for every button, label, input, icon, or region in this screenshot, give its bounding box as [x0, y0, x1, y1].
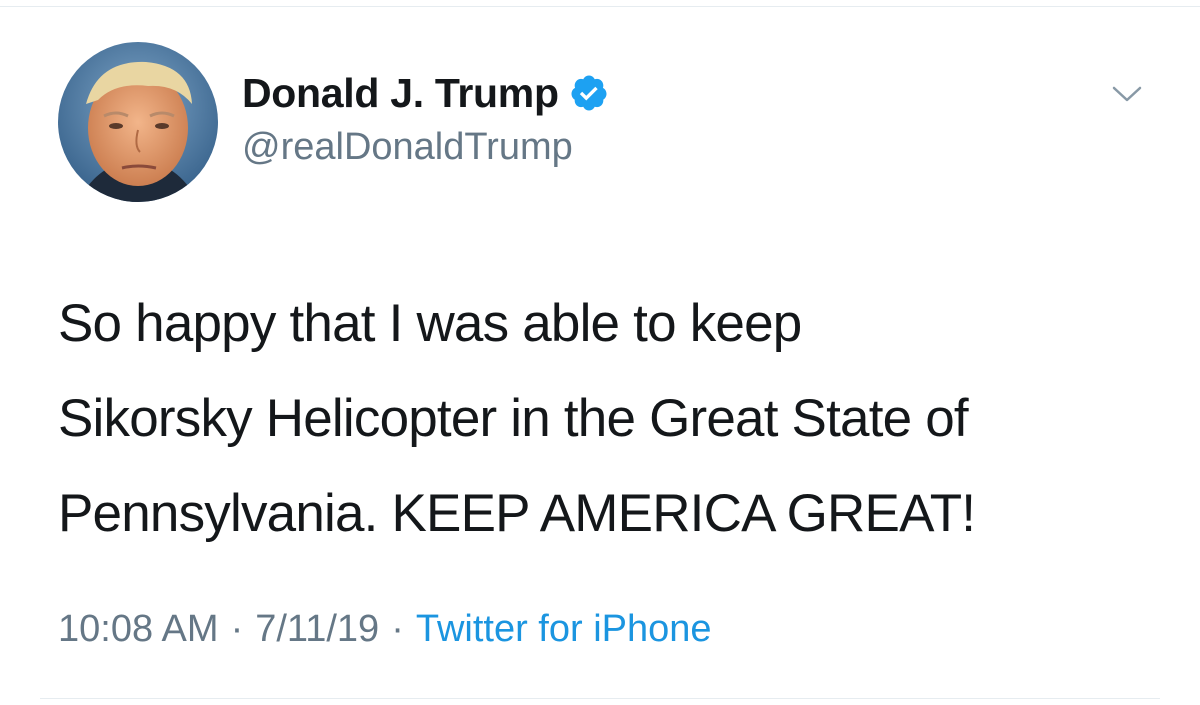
tweet-text: So happy that I was able to keep Sikorsk…	[58, 294, 976, 543]
chevron-down-icon[interactable]	[1110, 82, 1144, 106]
tweet-source-link[interactable]: Twitter for iPhone	[416, 608, 712, 651]
divider-bottom	[40, 698, 1160, 699]
tweet-card: Donald J. Trump @realDonaldTrump So happ…	[0, 0, 1200, 705]
author-row: Donald J. Trump	[242, 68, 609, 118]
meta-separator: ·	[230, 608, 244, 650]
author-display-name[interactable]: Donald J. Trump	[242, 70, 559, 117]
author-handle[interactable]: @realDonaldTrump	[242, 126, 573, 169]
verified-badge-icon	[569, 73, 609, 113]
meta-separator: ·	[391, 608, 404, 650]
avatar-image	[58, 42, 218, 202]
tweet-date[interactable]: 7/11/19	[255, 608, 379, 651]
divider-top	[0, 6, 1200, 7]
tweet-metadata: 10:08 AM · 7/11/19 · Twitter for iPhone	[58, 608, 712, 651]
avatar[interactable]	[58, 42, 218, 202]
tweet-time[interactable]: 10:08 AM	[58, 608, 219, 651]
